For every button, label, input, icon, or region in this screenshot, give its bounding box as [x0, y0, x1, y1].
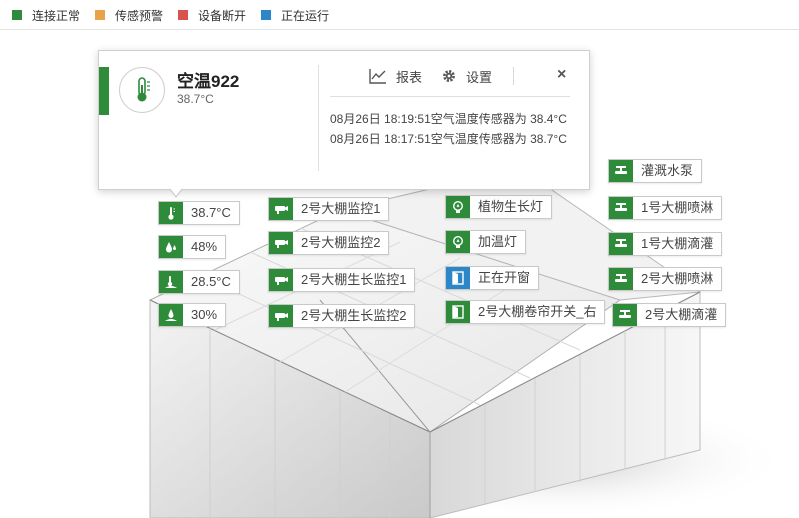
window-icon	[446, 301, 470, 323]
camera-tag-monitor-2[interactable]: 2号大棚监控2	[268, 231, 390, 255]
window-icon	[446, 267, 470, 289]
report-button[interactable]: 报表	[369, 67, 422, 85]
popup-log-entry: 08月26日 18:17:51空气温度传感器为 38.7°C	[330, 132, 567, 146]
legend-label: 设备断开	[198, 8, 247, 23]
legend-label: 传感预警	[115, 8, 164, 23]
popup-toolbar-separator	[513, 67, 514, 85]
legend-item-disconnected: 设备断开	[178, 8, 247, 23]
legend-swatch	[12, 10, 22, 20]
valve-tag-gh1-drip[interactable]: 1号大棚滴灌	[608, 232, 723, 256]
window-label: 2号大棚卷帘开关_右	[478, 304, 597, 319]
camera-tag-growth-monitor-1[interactable]: 2号大棚生长监控1	[268, 268, 416, 292]
valve-icon	[609, 197, 633, 219]
popup-sensor-avatar	[119, 67, 165, 113]
sensor-value: 30%	[191, 307, 218, 322]
line-chart-icon	[369, 69, 386, 84]
valve-tag-gh1-sprinkler[interactable]: 1号大棚喷淋	[608, 196, 723, 220]
bulb-icon	[446, 196, 470, 218]
valve-tag-gh2-sprinkler[interactable]: 2号大棚喷淋	[608, 267, 723, 291]
popup-log-divider	[330, 96, 570, 97]
sensor-tag-soil-moisture[interactable]: 30%	[158, 303, 227, 327]
valve-icon	[613, 304, 637, 326]
legend-swatch	[95, 10, 105, 20]
valve-label: 灌溉水泵	[641, 163, 694, 178]
window-tag-opening[interactable]: 正在开窗	[445, 266, 540, 290]
camera-icon	[269, 305, 293, 327]
camera-icon	[269, 232, 293, 254]
light-label: 加温灯	[478, 234, 518, 249]
gear-icon	[443, 70, 455, 82]
valve-label: 1号大棚滴灌	[641, 236, 714, 251]
popup-log-entry: 08月26日 18:19:51空气温度传感器为 38.4°C	[330, 112, 567, 126]
bulb-icon	[446, 231, 470, 253]
thermometer-icon	[159, 202, 183, 224]
light-tag-grow-light[interactable]: 植物生长灯	[445, 195, 553, 219]
window-tag-roller-right[interactable]: 2号大棚卷帘开关_右	[445, 300, 606, 324]
settings-button[interactable]: 设置	[441, 67, 492, 85]
camera-icon	[269, 198, 293, 220]
camera-tag-growth-monitor-2[interactable]: 2号大棚生长监控2	[268, 304, 416, 328]
light-tag-heating-lamp[interactable]: 加温灯	[445, 230, 527, 254]
soil-thermometer-icon	[159, 271, 183, 293]
legend-item-running: 正在运行	[261, 8, 330, 23]
soil-moisture-icon	[159, 304, 183, 326]
popup-sensor-name: 空温922	[177, 72, 240, 91]
sensor-tag-soil-temperature[interactable]: 28.5°C	[158, 270, 240, 294]
sensor-value: 38.7°C	[191, 205, 231, 220]
valve-label: 2号大棚喷淋	[641, 271, 714, 286]
report-label: 报表	[396, 69, 423, 85]
legend-item-warning: 传感预警	[95, 8, 164, 23]
light-label: 植物生长灯	[478, 199, 544, 214]
popup-divider	[318, 65, 319, 171]
window-label: 正在开窗	[478, 270, 531, 285]
sensor-value: 28.5°C	[191, 274, 231, 289]
sensor-value: 48%	[191, 239, 218, 254]
camera-icon	[269, 269, 293, 291]
valve-tag-irrigation-pump[interactable]: 灌溉水泵	[608, 159, 703, 183]
camera-label: 2号大棚生长监控1	[301, 272, 407, 287]
valve-icon	[609, 233, 633, 255]
thermometer-icon	[137, 77, 150, 102]
camera-tag-monitor-1[interactable]: 2号大棚监控1	[268, 197, 390, 221]
legend-swatch	[178, 10, 188, 20]
status-legend: 连接正常 传感预警 设备断开 正在运行	[0, 0, 799, 30]
popup-pointer	[169, 188, 183, 198]
sensor-tag-air-temperature[interactable]: 38.7°C	[158, 201, 240, 225]
camera-label: 2号大棚监控2	[301, 235, 381, 250]
valve-icon	[609, 268, 633, 290]
legend-item-connected: 连接正常	[12, 8, 81, 23]
close-icon[interactable]: ×	[557, 66, 571, 84]
settings-label: 设置	[466, 69, 493, 85]
sensor-tag-air-humidity[interactable]: 48%	[158, 235, 227, 259]
valve-label: 2号大棚滴灌	[645, 307, 718, 322]
camera-label: 2号大棚生长监控2	[301, 308, 407, 323]
popup-status-bar	[99, 67, 109, 115]
valve-label: 1号大棚喷淋	[641, 200, 714, 215]
sensor-detail-popup: 空温922 38.7°C 报表 设置 × 08月26日 18:19:51空气温度…	[98, 50, 590, 198]
legend-label: 正在运行	[281, 8, 330, 23]
valve-tag-gh2-drip[interactable]: 2号大棚滴灌	[612, 303, 727, 327]
legend-label: 连接正常	[32, 8, 81, 23]
legend-swatch	[261, 10, 271, 20]
camera-label: 2号大棚监控1	[301, 201, 381, 216]
valve-icon	[609, 160, 633, 182]
popup-sensor-value: 38.7°C	[177, 92, 214, 106]
water-drop-icon	[159, 236, 183, 258]
